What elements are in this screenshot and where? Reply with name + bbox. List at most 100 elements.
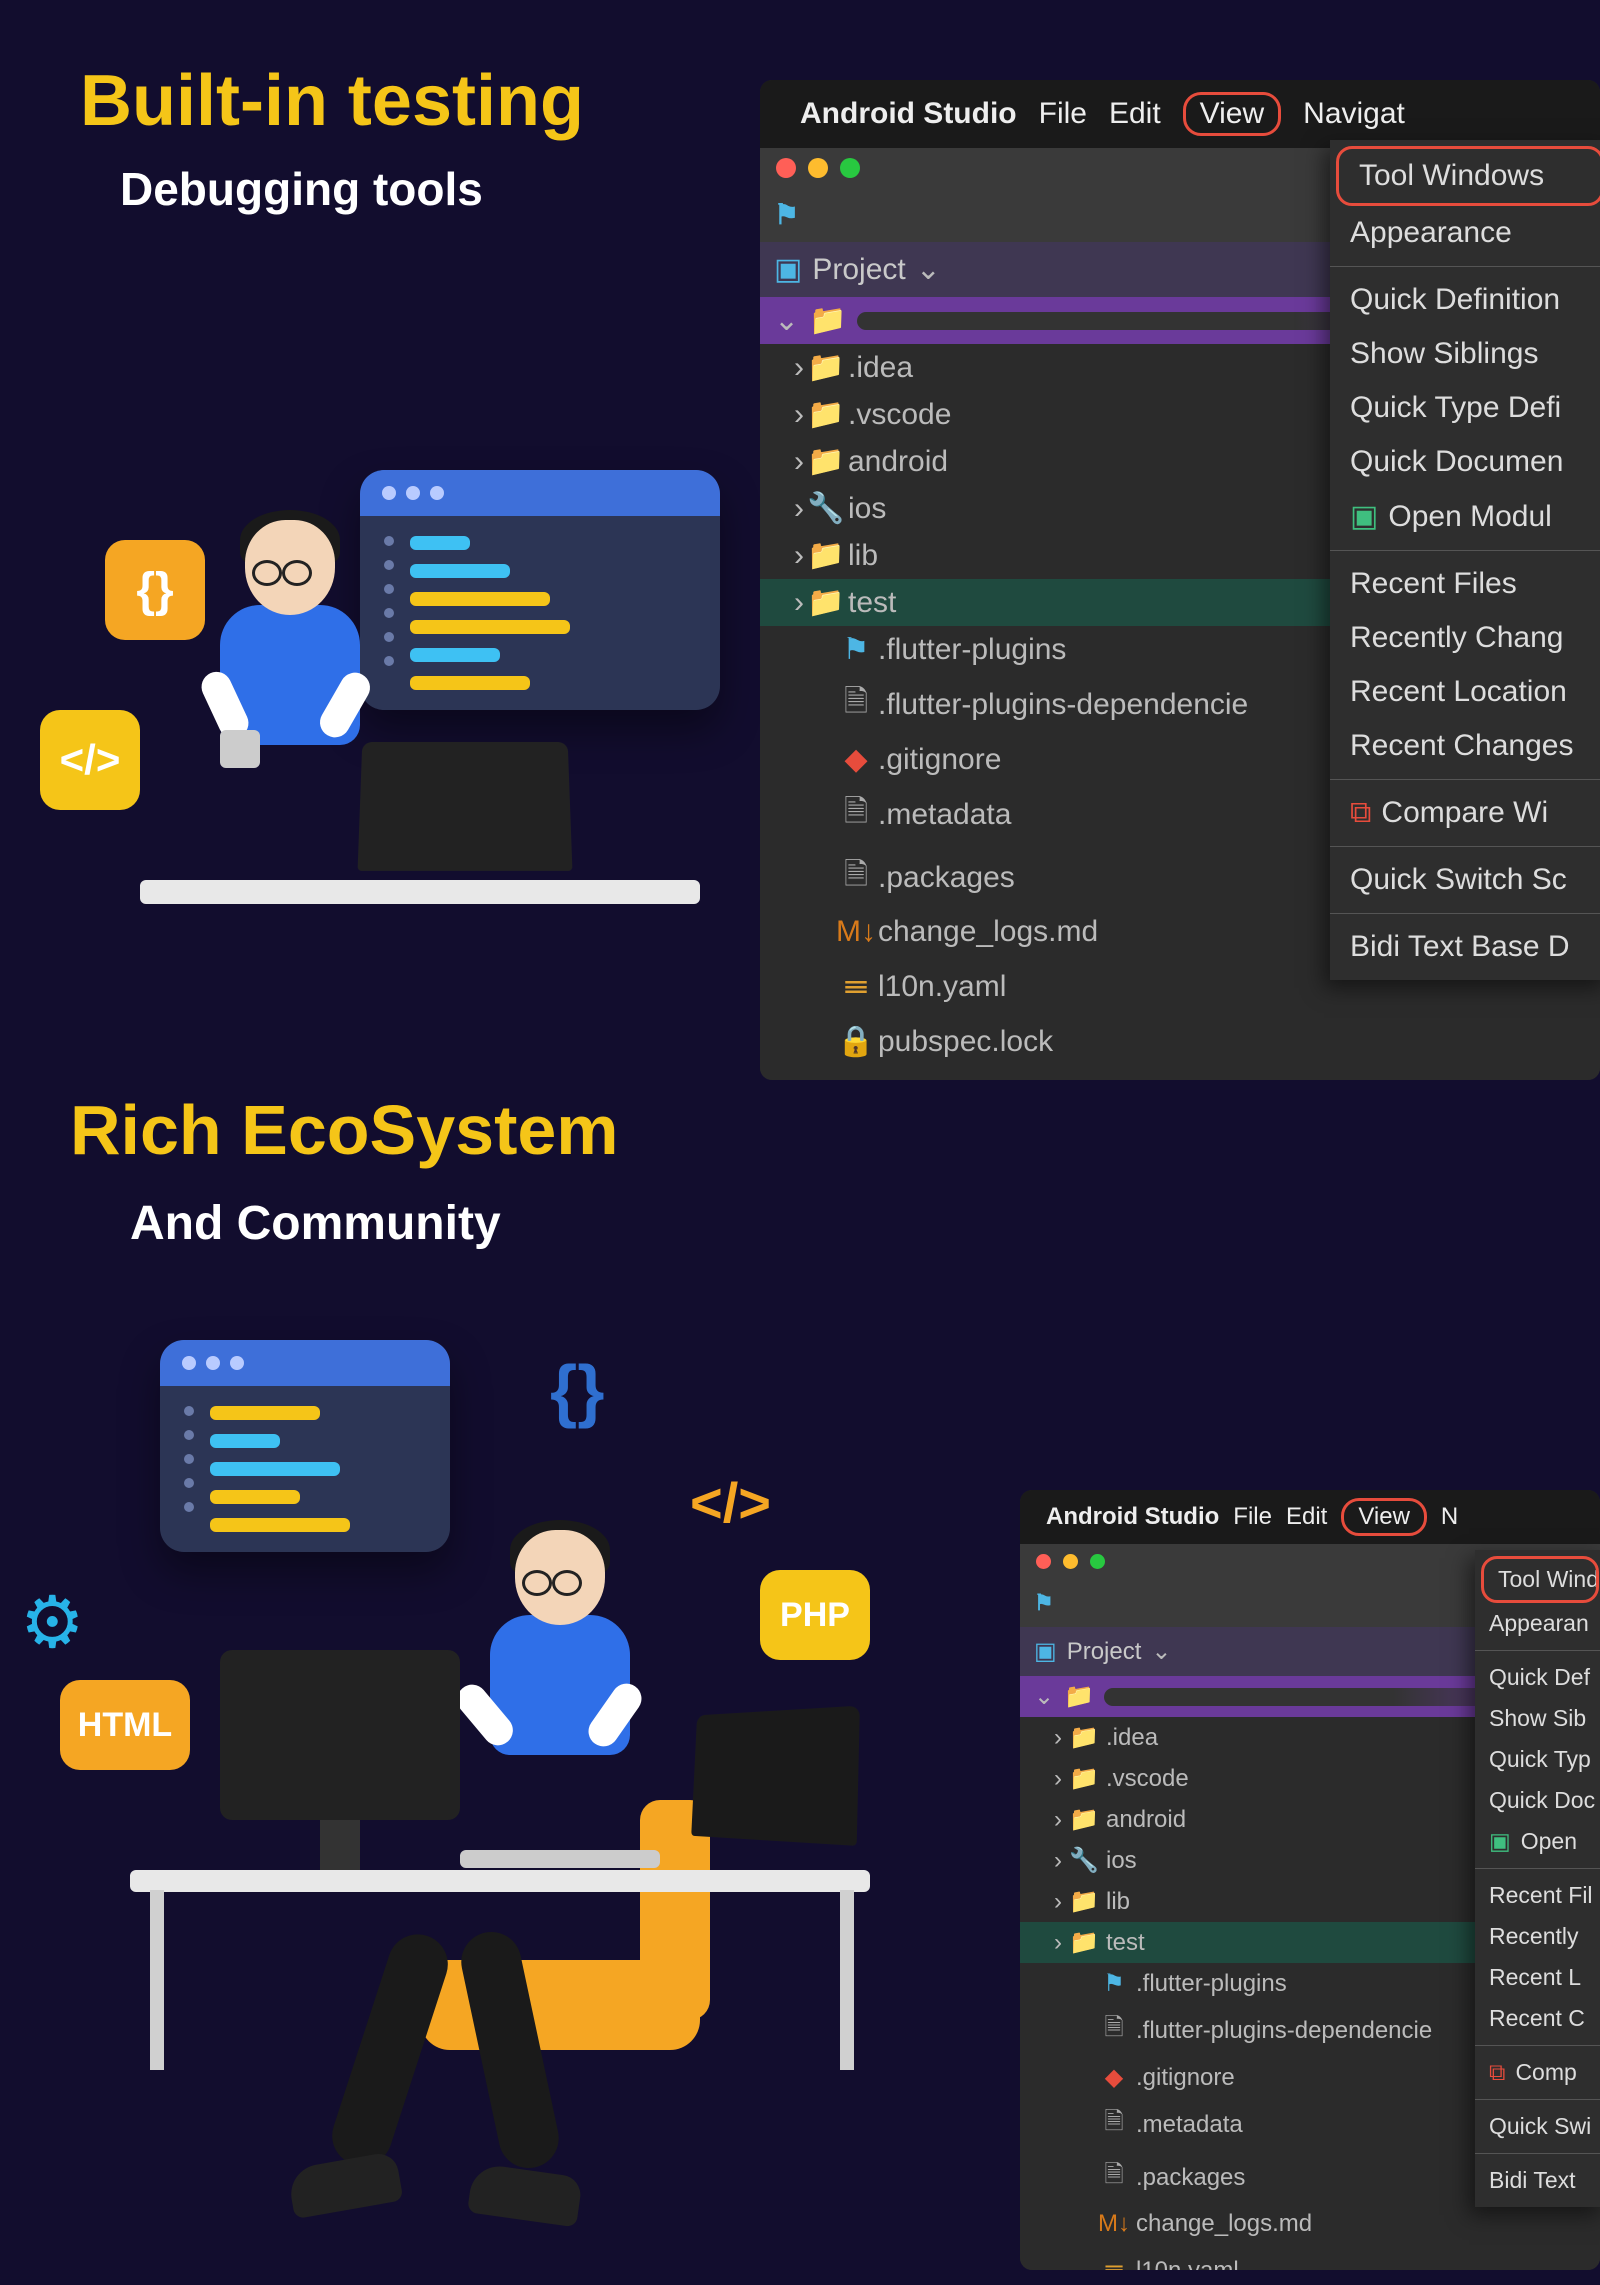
tree-item-label: lib bbox=[848, 539, 878, 573]
tree-item-label: .flutter-plugins-dependencie bbox=[1136, 2017, 1432, 2045]
chevron-right-icon: › bbox=[1054, 1929, 1062, 1957]
menu-view[interactable]: View bbox=[1341, 1498, 1427, 1536]
tree-item-label: .gitignore bbox=[878, 743, 1001, 777]
minimize-icon[interactable] bbox=[1063, 1554, 1078, 1569]
tree-item-label: .gitignore bbox=[1136, 2064, 1235, 2092]
menu-item-label: Bidi Text Base D bbox=[1350, 930, 1570, 964]
desk-illustration bbox=[140, 880, 700, 904]
tree-item-label: .vscode bbox=[848, 398, 951, 432]
menu-item-label: Tool Wind bbox=[1498, 1566, 1599, 1593]
menu-file[interactable]: File bbox=[1233, 1503, 1272, 1531]
app-name[interactable]: Android Studio bbox=[1046, 1503, 1219, 1531]
menu-edit[interactable]: Edit bbox=[1109, 97, 1161, 131]
code-tag-icon: </> bbox=[690, 1470, 771, 1535]
zoom-icon[interactable] bbox=[840, 158, 860, 178]
view-menu-item[interactable]: Quick Def bbox=[1475, 1657, 1600, 1698]
code-window-illustration bbox=[360, 470, 720, 710]
menu-view[interactable]: View bbox=[1183, 92, 1281, 136]
view-menu-item[interactable]: Quick Documen bbox=[1330, 435, 1600, 489]
tree-item-l10n-yaml[interactable]: ›𝍢l10n.yaml bbox=[1020, 2244, 1600, 2270]
view-menu-item[interactable]: Recent Changes bbox=[1330, 719, 1600, 773]
view-menu-item[interactable]: Recent Fil bbox=[1475, 1875, 1600, 1916]
menu-item-label: Compare Wi bbox=[1381, 796, 1548, 830]
chevron-right-icon: › bbox=[1054, 1806, 1062, 1834]
tree-item-label: test bbox=[848, 586, 896, 620]
tree-item-label: ios bbox=[848, 492, 886, 526]
chevron-right-icon: › bbox=[794, 492, 804, 526]
chevron-right-icon: › bbox=[1054, 1724, 1062, 1752]
menu-navigate[interactable]: N bbox=[1441, 1503, 1458, 1531]
code-tag-icon: </> bbox=[40, 710, 140, 810]
app-name[interactable]: Android Studio bbox=[800, 97, 1017, 131]
chevron-right-icon: › bbox=[794, 351, 804, 385]
view-menu-item[interactable]: Bidi Text bbox=[1475, 2160, 1600, 2201]
tree-item-pubspec-lock[interactable]: ›🔒pubspec.lock bbox=[760, 1018, 1600, 1065]
menu-edit[interactable]: Edit bbox=[1286, 1503, 1327, 1531]
menu-item-label: Recent Fil bbox=[1489, 1882, 1593, 1909]
menu-file[interactable]: File bbox=[1039, 97, 1087, 131]
view-menu-item[interactable]: ⧉Comp bbox=[1475, 2052, 1600, 2093]
project-label: Project bbox=[1067, 1638, 1142, 1666]
view-menu-item[interactable]: ▣Open Modul bbox=[1330, 489, 1600, 544]
view-menu-item[interactable]: Quick Typ bbox=[1475, 1739, 1600, 1780]
section2-subtitle: And Community bbox=[130, 1196, 619, 1251]
view-menu-item[interactable]: Quick Type Defi bbox=[1330, 381, 1600, 435]
menu-item-label: Appearance bbox=[1350, 216, 1512, 250]
tree-item-label: .flutter-plugins bbox=[1136, 1970, 1287, 1998]
tree-item-pubspec-yaml[interactable]: ›𝍢pubspec.yaml bbox=[760, 1065, 1600, 1080]
view-menu-item[interactable]: Recently bbox=[1475, 1916, 1600, 1957]
menu-item-label: Recent Files bbox=[1350, 567, 1517, 601]
menubar: Android Studio File Edit View N bbox=[1020, 1490, 1600, 1544]
tree-item-label: .flutter-plugins-dependencie bbox=[878, 688, 1248, 722]
laptop-illustration bbox=[691, 1706, 860, 1846]
menu-item-label: Recent L bbox=[1489, 1964, 1581, 1991]
view-menu-item[interactable]: Show Sib bbox=[1475, 1698, 1600, 1739]
menu-item-label: Quick Swi bbox=[1489, 2113, 1591, 2140]
zoom-icon[interactable] bbox=[1090, 1554, 1105, 1569]
menu-item-label: Quick Definition bbox=[1350, 283, 1560, 317]
menu-navigate[interactable]: Navigat bbox=[1303, 97, 1405, 131]
view-menu-item[interactable]: ▣Open bbox=[1475, 1821, 1600, 1862]
view-menu-item[interactable]: Appearance bbox=[1330, 206, 1600, 260]
tree-item-label: .metadata bbox=[878, 798, 1011, 832]
view-menu-dropdown: Tool Windows Appearance Quick Definition Sh… bbox=[1330, 140, 1600, 980]
view-menu-item[interactable]: Quick Switch Sc bbox=[1330, 853, 1600, 907]
view-menu-item[interactable]: Recent C bbox=[1475, 1998, 1600, 2039]
close-icon[interactable] bbox=[1036, 1554, 1051, 1569]
view-menu-item[interactable]: Quick Swi bbox=[1475, 2106, 1600, 2147]
tree-item-label: l10n.yaml bbox=[1136, 2257, 1239, 2271]
tree-item-label: lib bbox=[1106, 1888, 1130, 1916]
tree-item-label: android bbox=[1106, 1806, 1186, 1834]
view-menu-item[interactable]: Appearan bbox=[1475, 1603, 1600, 1644]
chevron-down-icon: ⌄ bbox=[774, 303, 799, 338]
flutter-icon: ⚑ bbox=[1034, 1590, 1054, 1615]
menu-item-label: Show Sib bbox=[1489, 1705, 1586, 1732]
view-menu-item[interactable]: Recent Files bbox=[1330, 557, 1600, 611]
view-menu-item[interactable]: Quick Doc bbox=[1475, 1780, 1600, 1821]
view-menu-item[interactable]: Quick Definition bbox=[1330, 273, 1600, 327]
module-icon: ▣ bbox=[1350, 499, 1378, 534]
view-menu-item[interactable]: Tool Wind bbox=[1481, 1556, 1599, 1603]
tree-item-label: .idea bbox=[1106, 1724, 1158, 1752]
view-menu-item[interactable]: Recent Location bbox=[1330, 665, 1600, 719]
chevron-right-icon: › bbox=[794, 398, 804, 432]
view-menu-dropdown: Tool Wind Appearan Quick Def Show Sib Quick … bbox=[1475, 1550, 1600, 2207]
developer-illustration bbox=[470, 1530, 650, 1790]
tree-item-label: .packages bbox=[1136, 2164, 1245, 2192]
tree-item-label: l10n.yaml bbox=[878, 970, 1006, 1004]
tree-item-label: .flutter-plugins bbox=[878, 633, 1066, 667]
view-menu-item[interactable]: ⧉Compare Wi bbox=[1330, 786, 1600, 840]
minimize-icon[interactable] bbox=[808, 158, 828, 178]
menu-item-label: Tool Windows bbox=[1359, 159, 1544, 193]
close-icon[interactable] bbox=[776, 158, 796, 178]
menu-item-label: Show Siblings bbox=[1350, 337, 1538, 371]
tree-item-change-logs-md[interactable]: ›M↓change_logs.md bbox=[1020, 2204, 1600, 2244]
developer-illustration bbox=[200, 520, 380, 780]
view-menu-item[interactable]: Recent L bbox=[1475, 1957, 1600, 1998]
view-menu-item[interactable]: Bidi Text Base D bbox=[1330, 920, 1600, 974]
view-menu-item[interactable]: Recently Chang bbox=[1330, 611, 1600, 665]
laptop-illustration bbox=[358, 742, 573, 871]
view-menu-item[interactable]: Show Siblings bbox=[1330, 327, 1600, 381]
view-menu-item[interactable]: Tool Windows bbox=[1336, 146, 1600, 206]
menu-item-label: Quick Typ bbox=[1489, 1746, 1591, 1773]
